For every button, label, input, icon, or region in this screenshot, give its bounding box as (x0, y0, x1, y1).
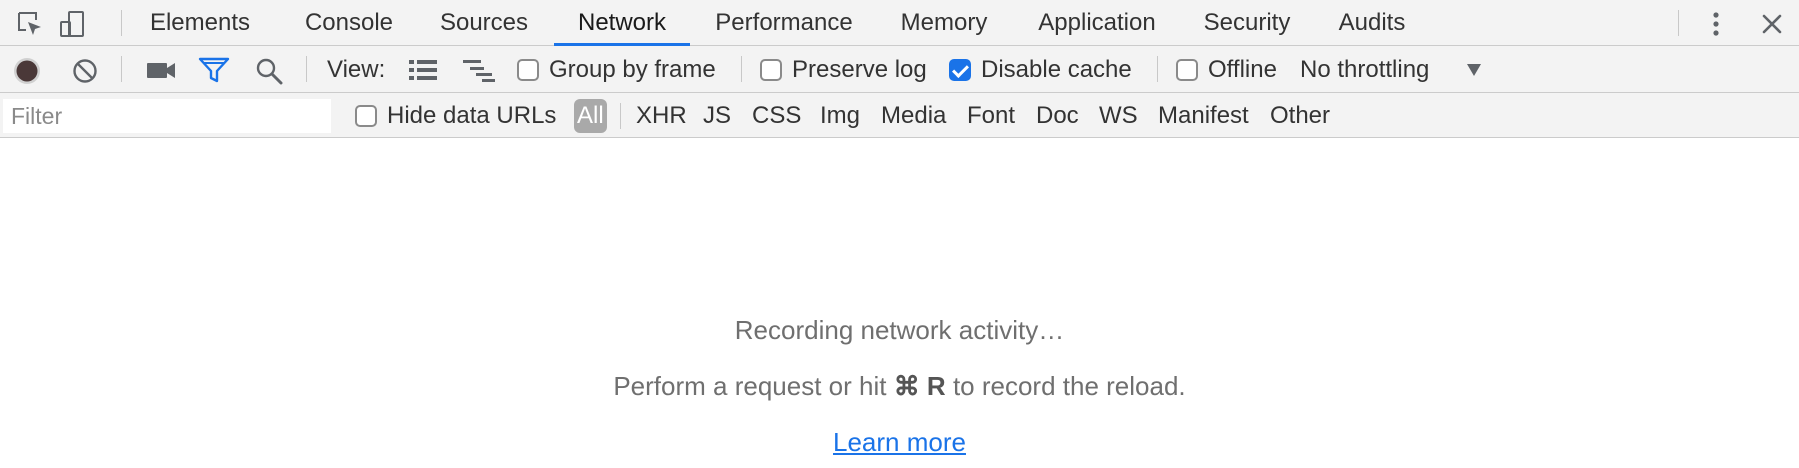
network-empty-state: Recording network activity… Perform a re… (0, 139, 1799, 468)
reload-hint: Perform a request or hit ⌘ R to record t… (0, 371, 1799, 402)
view-label: View: (327, 55, 386, 83)
more-vertical-icon[interactable] (1700, 10, 1732, 38)
device-toolbar-icon[interactable] (56, 10, 88, 38)
devtools-window: Elements Console Sources Network Perform… (0, 0, 1799, 468)
offline-label: Offline (1208, 55, 1277, 83)
view-label-wrap: View: (327, 46, 385, 93)
clear-icon[interactable] (72, 58, 98, 84)
learn-more-link[interactable]: Learn more (833, 427, 966, 457)
type-filter-media[interactable]: Media (878, 99, 949, 133)
type-filter-all[interactable]: All (574, 99, 607, 133)
tab-security[interactable]: Security (1194, 0, 1300, 46)
type-filter-manifest[interactable]: Manifest (1155, 99, 1252, 133)
checkbox[interactable] (760, 58, 782, 81)
reload-hint-suffix: to record the reload. (952, 371, 1186, 401)
filter-bar: Hide data URLs All XHR JS CSS Img Media … (0, 93, 1799, 138)
reload-shortcut: ⌘ R (893, 371, 946, 401)
list-view-icon[interactable] (408, 59, 438, 81)
filter-input[interactable] (3, 99, 331, 133)
camera-icon[interactable] (146, 60, 176, 80)
type-filter-img[interactable]: Img (817, 99, 863, 133)
checkbox[interactable] (1176, 58, 1198, 81)
tab-audits[interactable]: Audits (1330, 0, 1414, 46)
preserve-log-label: Preserve log (792, 55, 927, 83)
filter-icon[interactable] (198, 56, 230, 84)
separator (1678, 10, 1679, 36)
checkbox-checked[interactable] (949, 58, 971, 81)
type-filter-other[interactable]: Other (1267, 99, 1333, 133)
separator (121, 10, 122, 36)
type-filter-font[interactable]: Font (964, 99, 1018, 133)
record-icon[interactable] (12, 56, 42, 86)
dropdown-arrow-icon[interactable] (1466, 63, 1482, 77)
disable-cache-checkbox[interactable]: Disable cache (949, 46, 1132, 93)
throttling-select[interactable]: No throttling (1300, 46, 1429, 93)
search-icon[interactable] (255, 57, 283, 85)
close-icon[interactable] (1756, 10, 1788, 38)
group-by-frame-label: Group by frame (549, 55, 716, 83)
checkbox[interactable] (517, 58, 539, 81)
type-filter-doc[interactable]: Doc (1033, 99, 1082, 133)
type-filter-xhr[interactable]: XHR (633, 99, 690, 133)
throttling-value: No throttling (1300, 55, 1430, 83)
type-filter-js[interactable]: JS (700, 99, 734, 133)
hide-data-urls-label: Hide data URLs (387, 101, 557, 129)
separator (620, 103, 621, 129)
tab-performance[interactable]: Performance (704, 0, 864, 46)
tab-memory[interactable]: Memory (886, 0, 1002, 46)
tab-network[interactable]: Network (554, 0, 690, 46)
hide-data-urls-checkbox[interactable]: Hide data URLs (355, 93, 556, 138)
network-toolbar: View: Group by frame Preserve log Disabl… (0, 46, 1799, 93)
inspect-element-icon[interactable] (14, 10, 46, 38)
separator (1157, 56, 1158, 82)
checkbox[interactable] (355, 104, 377, 127)
tab-sources[interactable]: Sources (426, 0, 542, 46)
type-filter-ws[interactable]: WS (1096, 99, 1141, 133)
reload-hint-prefix: Perform a request or hit (613, 371, 887, 401)
tab-elements[interactable]: Elements (140, 0, 260, 46)
offline-checkbox[interactable]: Offline (1176, 46, 1277, 93)
type-filter-css[interactable]: CSS (749, 99, 804, 133)
separator (306, 56, 307, 82)
preserve-log-checkbox[interactable]: Preserve log (760, 46, 927, 93)
main-tab-bar: Elements Console Sources Network Perform… (0, 0, 1799, 46)
separator (741, 56, 742, 82)
tab-console[interactable]: Console (289, 0, 409, 46)
tab-application[interactable]: Application (1030, 0, 1164, 46)
recording-message: Recording network activity… (734, 315, 1065, 345)
separator (121, 56, 122, 82)
group-by-frame-checkbox[interactable]: Group by frame (517, 46, 716, 93)
waterfall-view-icon[interactable] (462, 59, 496, 83)
disable-cache-label: Disable cache (981, 55, 1132, 83)
